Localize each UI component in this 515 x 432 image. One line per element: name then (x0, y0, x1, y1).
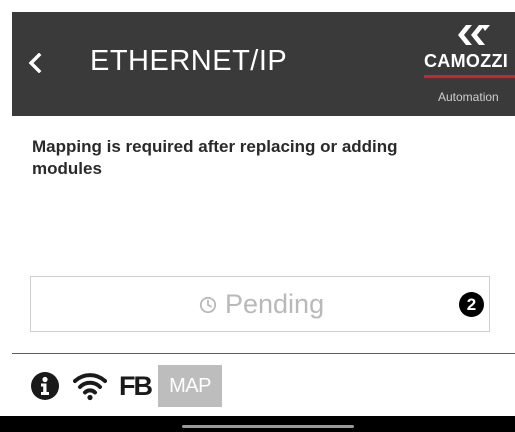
mapping-status-box[interactable]: Pending 2 (30, 276, 490, 332)
map-button[interactable]: MAP (158, 365, 222, 407)
navigation-bar (0, 416, 515, 432)
section-divider (12, 353, 515, 354)
brand-subtitle: Automation (438, 90, 499, 104)
page-title: ETHERNET/IP (90, 45, 288, 77)
clock-icon (199, 296, 217, 313)
status-label: Pending (225, 289, 325, 319)
brand-logo: CAMOZZI Automation (418, 22, 515, 116)
camozzi-logo-mark-icon (458, 25, 490, 45)
home-indicator[interactable] (182, 425, 354, 428)
chevron-left-icon (28, 53, 42, 73)
fb-button[interactable]: FB (119, 371, 153, 401)
mapping-required-message: Mapping is required after replacing or a… (32, 137, 398, 178)
info-icon (31, 372, 59, 400)
info-button[interactable] (30, 371, 60, 401)
brand-underline (424, 75, 515, 78)
status-bar-area (0, 0, 515, 12)
bottom-toolbar: FB MAP (30, 364, 222, 408)
status-content: Pending (199, 289, 324, 320)
back-button[interactable] (22, 46, 48, 80)
app-header: ETHERNET/IP CAMOZZI Automation (12, 12, 515, 116)
wifi-button[interactable] (73, 371, 107, 401)
wifi-icon (73, 373, 107, 401)
step-number-badge: 2 (459, 292, 484, 317)
brand-name: CAMOZZI (424, 51, 509, 71)
